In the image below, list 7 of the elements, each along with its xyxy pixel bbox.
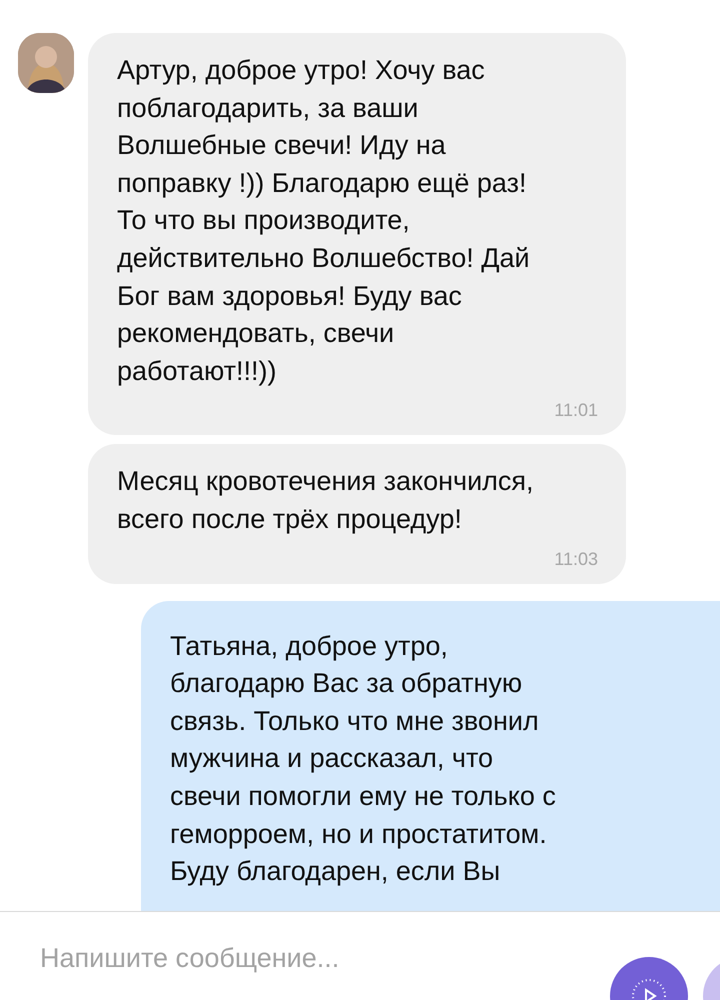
avatar[interactable]: [18, 33, 74, 93]
message-time: 11:03: [553, 548, 598, 570]
message-input[interactable]: Напишите сообщение...: [38, 942, 562, 975]
message-text: Татьяна, доброе утро, благодарю Вас за обратную связь. Только что мне звонил мужчина и рассказал, что свечи помогли ему не только с геморроем, но и простатитом. Буду благодарен, если Вы: [170, 630, 557, 888]
message-text: Артур, доброе утро! Хочу вас поблагодарить, за ваши Волшебные свечи! Иду на поправку !)) Благодарю ещё раз! То что вы производите, действительно Волшебство! Дай Бог вам здоровья! Буду вас рекомендовать, свечи работают!!!)): [117, 54, 531, 388]
message-time: 11:01: [553, 400, 598, 422]
message-text: Месяц кровотечения закончился, всего после трёх процедур!: [117, 465, 535, 536]
